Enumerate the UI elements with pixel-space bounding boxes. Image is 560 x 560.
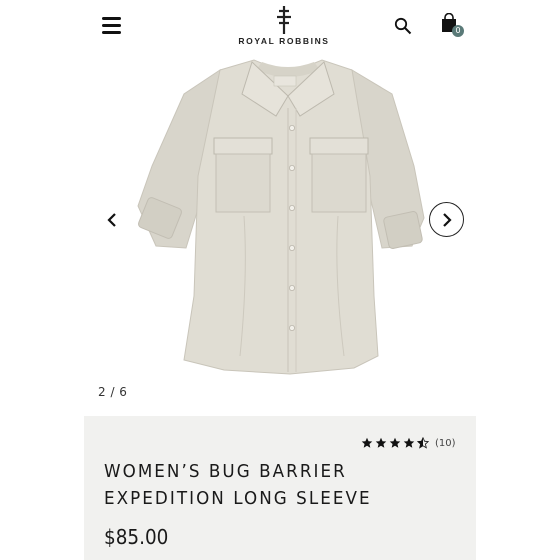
product-page: ROYAL ROBBINS 0 2 / 6 (10) WOMEN’S BUG B… bbox=[84, 0, 476, 560]
brand-logo[interactable]: ROYAL ROBBINS bbox=[224, 6, 344, 52]
cart-count-badge: 0 bbox=[452, 25, 464, 37]
product-price: $85.00 bbox=[104, 525, 169, 549]
product-rating[interactable]: (10) bbox=[361, 436, 456, 450]
star-icon bbox=[361, 437, 373, 448]
shopping-bag-icon[interactable]: 0 bbox=[441, 12, 465, 37]
star-icon bbox=[375, 437, 387, 448]
product-title: WOMEN’S BUG BARRIER EXPEDITION LONG SLEE… bbox=[104, 461, 372, 509]
chevron-right-icon[interactable] bbox=[429, 202, 464, 237]
star-icon bbox=[403, 437, 415, 448]
chevron-left-icon[interactable] bbox=[101, 209, 123, 231]
product-gallery: 2 / 6 bbox=[84, 56, 476, 416]
tree-logo-icon bbox=[277, 6, 291, 34]
shirt-product-image[interactable] bbox=[124, 56, 444, 386]
search-icon[interactable] bbox=[394, 17, 412, 35]
product-info: (10) WOMEN’S BUG BARRIER EXPEDITION LONG… bbox=[84, 416, 476, 560]
star-icon bbox=[389, 437, 401, 448]
brand-name: ROYAL ROBBINS bbox=[238, 36, 330, 46]
rating-stars bbox=[361, 437, 429, 449]
review-count[interactable]: (10) bbox=[435, 438, 456, 449]
hamburger-menu-icon[interactable] bbox=[102, 16, 124, 36]
site-header: ROYAL ROBBINS 0 bbox=[84, 0, 476, 56]
half-star-icon bbox=[417, 437, 429, 449]
image-counter: 2 / 6 bbox=[98, 385, 128, 399]
